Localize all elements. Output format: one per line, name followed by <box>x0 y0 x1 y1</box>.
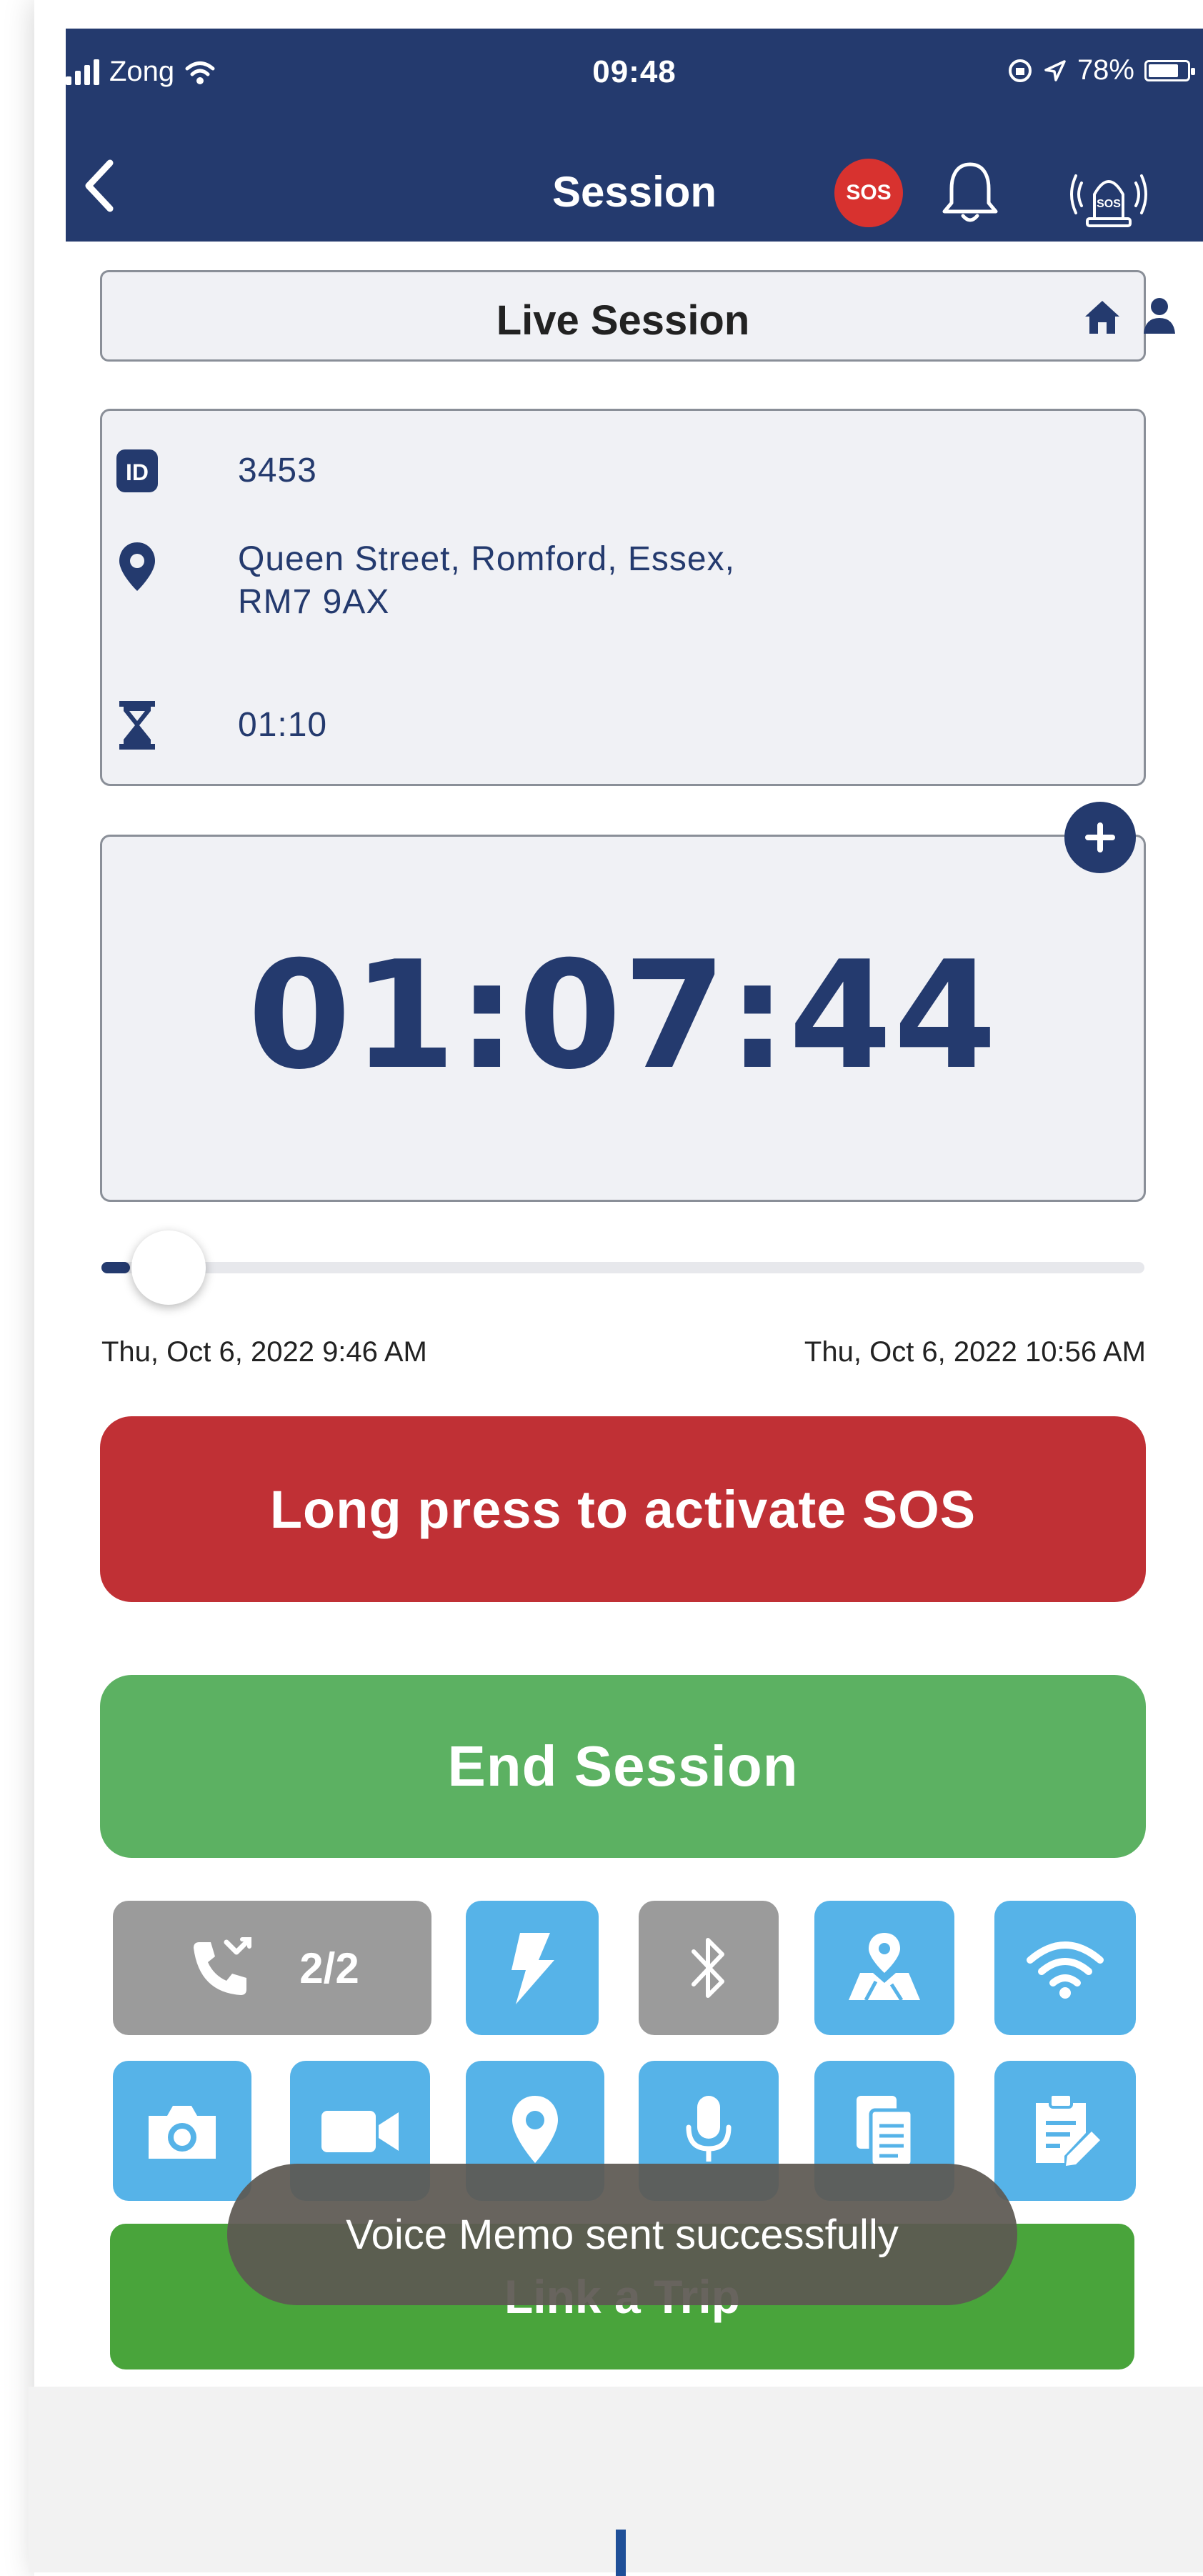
camera-icon <box>149 2106 216 2159</box>
call-count-tile[interactable]: 2/2 <box>113 1901 431 2035</box>
user-icon[interactable] <box>1138 294 1181 337</box>
home-indicator <box>616 2530 626 2576</box>
session-duration: 01:10 <box>238 706 328 744</box>
orientation-lock-icon <box>1008 59 1032 82</box>
wifi-icon <box>1027 1941 1104 1999</box>
session-start-time: Thu, Oct 6, 2022 9:46 AM <box>101 1336 427 1368</box>
nav-bar: Session SOS SOS <box>66 143 1203 227</box>
sos-badge-button[interactable]: SOS <box>834 159 903 227</box>
battery-percent: 78% <box>1077 54 1134 86</box>
microphone-icon <box>686 2096 732 2162</box>
location-pin-icon <box>512 2096 558 2163</box>
location-arrow-icon <box>1044 59 1066 81</box>
bell-icon[interactable] <box>934 157 1006 229</box>
page-title: Session <box>551 168 717 216</box>
wifi-tile[interactable] <box>994 1901 1136 2035</box>
session-info-card: ID 3453 Queen Street, Romford, Essex, RM… <box>100 409 1146 786</box>
address-line-1: Queen Street, Romford, Essex, <box>238 540 735 578</box>
map-icon <box>849 1933 920 2001</box>
live-session-bar: Live Session <box>100 270 1175 362</box>
missed-call-icon <box>194 1937 252 1995</box>
home-icon[interactable] <box>1081 295 1124 338</box>
session-progress-fill <box>101 1262 130 1273</box>
add-time-button[interactable] <box>1064 802 1136 873</box>
session-end-time: Thu, Oct 6, 2022 10:56 AM <box>804 1336 1146 1368</box>
end-session-button[interactable]: End Session <box>100 1675 1146 1858</box>
clipboard-edit-icon <box>1036 2093 1100 2166</box>
sos-button[interactable]: Long press to activate SOS <box>100 1416 1146 1602</box>
timer-card: 01:07:44 <box>100 835 1146 1202</box>
id-icon: ID <box>116 449 158 492</box>
session-id: 3453 <box>238 452 317 489</box>
notes-tile[interactable] <box>994 2061 1136 2201</box>
location-pin-icon <box>119 542 155 591</box>
app-header: Zong 09:48 78% Session SOS SOS <box>66 29 1203 242</box>
elapsed-timer: 01:07:44 <box>247 930 999 1103</box>
svg-text:SOS: SOS <box>1097 198 1121 210</box>
map-tile[interactable] <box>814 1901 954 2035</box>
live-session-title: Live Session <box>496 297 750 344</box>
status-bar: Zong 09:48 78% <box>66 29 1203 100</box>
status-right: 78% <box>1007 54 1195 86</box>
flash-icon <box>511 1933 554 2004</box>
bluetooth-icon <box>692 1938 724 1998</box>
plus-icon <box>1085 822 1115 852</box>
address-line-2: RM7 9AX <box>238 583 390 621</box>
documents-icon <box>857 2096 914 2168</box>
session-progress-track <box>101 1262 1144 1273</box>
session-progress-thumb[interactable] <box>131 1230 206 1305</box>
call-count: 2/2 <box>299 1944 359 1992</box>
toast-message: Voice Memo sent successfully <box>227 2164 1017 2305</box>
battery-icon <box>1144 59 1195 81</box>
sos-alarm-icon[interactable]: SOS <box>1066 154 1152 233</box>
bluetooth-tile[interactable] <box>639 1901 779 2035</box>
battery-fill <box>1149 64 1178 77</box>
flash-tile[interactable] <box>466 1901 599 2035</box>
hourglass-icon <box>119 701 155 750</box>
camera-tile[interactable] <box>113 2061 251 2201</box>
video-icon <box>321 2111 399 2152</box>
svg-text:ID: ID <box>126 459 149 485</box>
